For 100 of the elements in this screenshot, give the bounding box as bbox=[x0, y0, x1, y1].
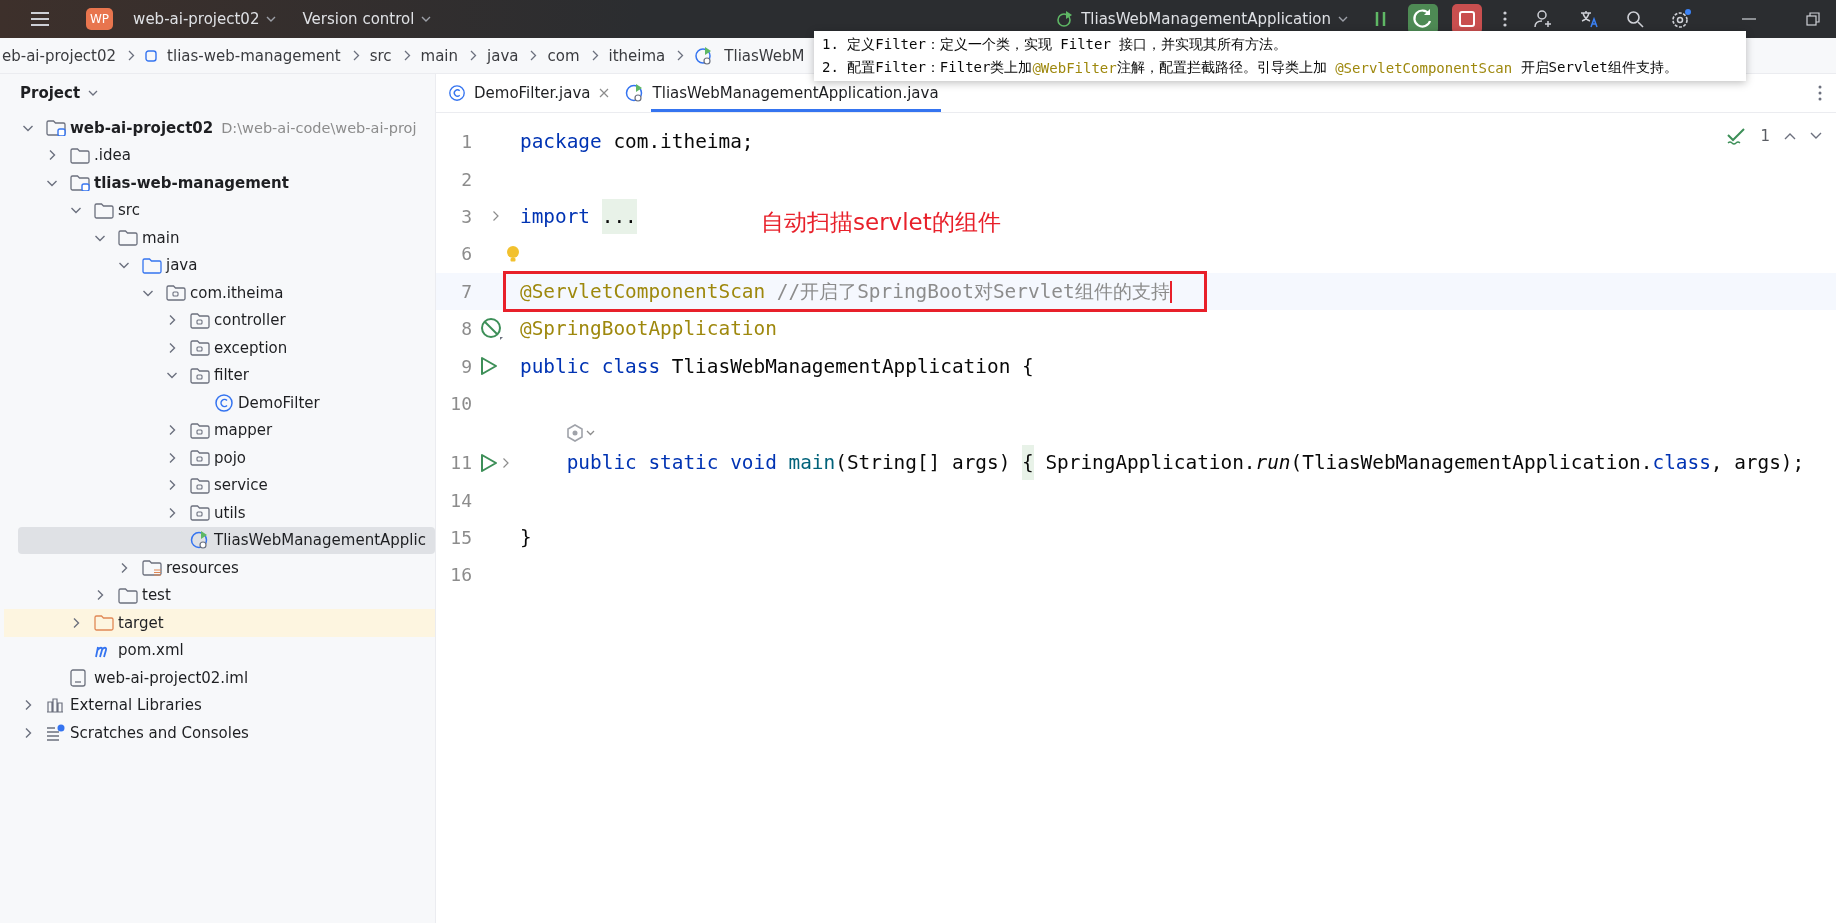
package-icon bbox=[190, 366, 210, 384]
editor-tab[interactable]: DemoFilter.java bbox=[472, 74, 593, 112]
class-icon bbox=[448, 84, 466, 102]
module-icon bbox=[145, 49, 158, 62]
tree-item[interactable]: main bbox=[18, 224, 435, 252]
check-icon[interactable] bbox=[1726, 127, 1747, 145]
module-icon bbox=[46, 119, 66, 137]
item-label: controller bbox=[214, 311, 286, 330]
folder-icon bbox=[142, 256, 162, 274]
restore-icon[interactable] bbox=[1806, 12, 1820, 26]
tree-item[interactable]: mapper bbox=[18, 416, 435, 444]
chevron-icon bbox=[530, 50, 538, 61]
item-label: com.itheima bbox=[190, 283, 284, 302]
tree-item[interactable]: pojo bbox=[18, 444, 435, 472]
breadcrumb-item[interactable]: TliasWebM bbox=[724, 46, 805, 65]
tree-item[interactable]: service bbox=[18, 471, 435, 499]
settings-icon[interactable] bbox=[1670, 9, 1692, 29]
breadcrumb-item[interactable]: com bbox=[547, 46, 580, 65]
line-number: 7 bbox=[460, 280, 472, 302]
more-icon[interactable] bbox=[1818, 85, 1822, 101]
run-configuration-selector[interactable]: TliasWebManagementApplication bbox=[1050, 6, 1354, 32]
close-icon[interactable] bbox=[598, 88, 609, 98]
breadcrumb-item[interactable]: eb-ai-project02 bbox=[2, 46, 117, 65]
more-icon[interactable] bbox=[1502, 10, 1508, 28]
module-icon bbox=[70, 174, 90, 192]
item-label: java bbox=[166, 256, 198, 275]
breadcrumb-item[interactable]: src bbox=[369, 46, 392, 65]
item-label: utils bbox=[214, 503, 246, 522]
panel-title[interactable]: Project bbox=[20, 84, 81, 102]
chevron-icon bbox=[403, 50, 411, 61]
breadcrumb-item[interactable]: java bbox=[487, 46, 519, 65]
item-label: web-ai-project02 bbox=[70, 118, 214, 137]
tree-item[interactable]: DemoFilter bbox=[18, 389, 435, 417]
code-line: public static void main(String[] args) { SpringApplication.run(TliasWebManagementApplication.class, args); bbox=[517, 444, 1808, 482]
tree-item[interactable]: web-ai-project02 D:\web-ai-code\web-ai-proj bbox=[18, 114, 435, 142]
tree-item[interactable]: controller bbox=[18, 306, 435, 334]
package-icon bbox=[166, 284, 186, 302]
fold-chevron-icon[interactable] bbox=[492, 210, 500, 223]
item-label: main bbox=[142, 228, 180, 247]
caret-icon[interactable] bbox=[421, 16, 432, 22]
folder-icon bbox=[94, 201, 114, 219]
fold-chevron-icon[interactable] bbox=[502, 456, 510, 469]
item-label: pom.xml bbox=[118, 641, 184, 660]
tree-item[interactable]: src bbox=[18, 196, 435, 224]
code-line: @SpringBootApplication bbox=[519, 316, 778, 343]
tree-item[interactable]: filter bbox=[18, 361, 435, 389]
tree-item[interactable]: exception bbox=[18, 334, 435, 362]
chevron-icon bbox=[128, 50, 136, 61]
tree-item[interactable]: web-ai-project02.iml bbox=[18, 664, 435, 692]
tooltip-line: 1. 定义Filter：定义一个类，实现 Filter 接口，并实现其所有方法。 bbox=[822, 34, 1289, 54]
run-icon[interactable] bbox=[480, 356, 498, 377]
line-number: 16 bbox=[449, 564, 472, 586]
tree-item[interactable]: Scratches and Consoles bbox=[18, 719, 435, 747]
item-label: target bbox=[118, 613, 164, 632]
scratches-icon bbox=[46, 724, 66, 742]
caret-icon[interactable] bbox=[1338, 16, 1348, 22]
chevron-icon bbox=[677, 50, 685, 61]
rerun-button[interactable] bbox=[1408, 4, 1438, 34]
caret-icon[interactable] bbox=[88, 90, 99, 96]
tree-item[interactable]: .idea bbox=[18, 141, 435, 169]
tree-item[interactable]: tlias-web-management bbox=[18, 169, 435, 197]
menu-icon[interactable] bbox=[30, 11, 50, 27]
item-label: Scratches and Consoles bbox=[70, 723, 249, 742]
tree-item[interactable]: com.itheima bbox=[18, 279, 435, 307]
line-number: 15 bbox=[449, 527, 472, 549]
version-control-menu[interactable]: Version control bbox=[296, 6, 438, 32]
tree-item[interactable]: TliasWebManagementApplic bbox=[18, 526, 435, 554]
tree-item[interactable]: utils bbox=[18, 499, 435, 527]
tree-item[interactable]: java bbox=[18, 251, 435, 279]
item-label: .idea bbox=[94, 146, 131, 165]
class-icon bbox=[214, 392, 234, 413]
folder-icon bbox=[118, 586, 138, 604]
item-label: test bbox=[142, 586, 171, 605]
add-user-icon[interactable] bbox=[1534, 10, 1554, 28]
translate-icon[interactable] bbox=[1580, 10, 1600, 28]
down-chevron-icon[interactable] bbox=[1810, 132, 1822, 140]
tree-item[interactable]: External Libraries bbox=[18, 691, 435, 719]
tree-item[interactable]: pom.xml bbox=[18, 636, 435, 664]
run-icon[interactable] bbox=[480, 452, 498, 473]
breadcrumb-item[interactable]: tlias-web-management bbox=[167, 46, 341, 65]
up-chevron-icon[interactable] bbox=[1784, 132, 1796, 140]
pause-icon[interactable] bbox=[1374, 11, 1388, 27]
breadcrumb-item[interactable]: main bbox=[420, 46, 459, 65]
stop-button[interactable] bbox=[1452, 4, 1482, 34]
package-icon bbox=[190, 311, 210, 329]
item-label: pojo bbox=[214, 448, 247, 467]
search-icon[interactable] bbox=[1626, 10, 1644, 28]
tree-item[interactable]: target bbox=[4, 609, 435, 637]
project-selector[interactable]: web-ai-project02 bbox=[127, 6, 283, 32]
caret-icon[interactable] bbox=[266, 16, 277, 22]
tree-item[interactable]: test bbox=[18, 581, 435, 609]
line-number: 9 bbox=[460, 355, 472, 377]
breadcrumb-item[interactable]: itheima bbox=[608, 46, 666, 65]
item-label: src bbox=[118, 201, 140, 220]
ai-icon[interactable] bbox=[566, 424, 596, 443]
folder-icon bbox=[118, 229, 138, 247]
line-number: 10 bbox=[449, 392, 472, 414]
tree-item[interactable]: resources bbox=[18, 554, 435, 582]
code-line: } bbox=[519, 525, 533, 552]
inspection-count[interactable]: 1 bbox=[1760, 127, 1770, 145]
